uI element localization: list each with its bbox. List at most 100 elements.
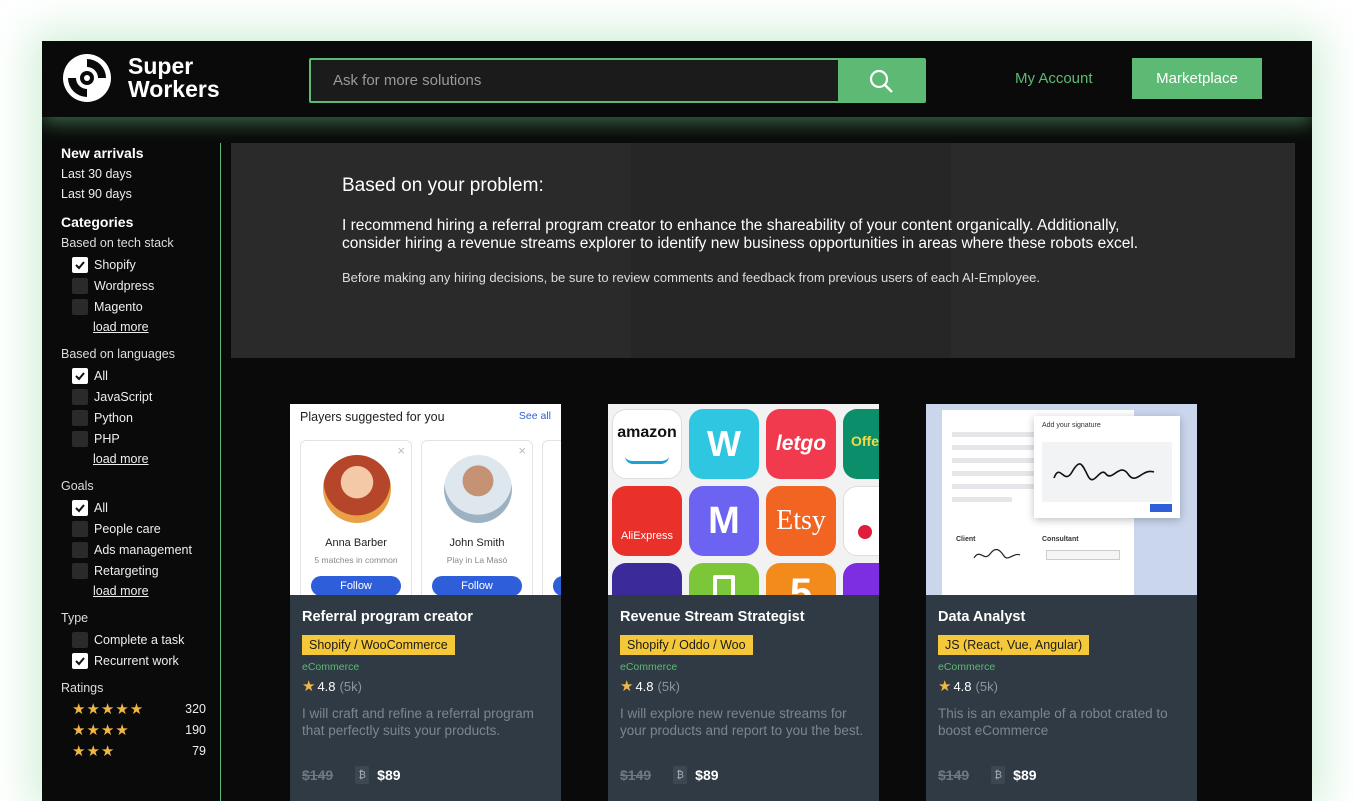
checkbox-python[interactable]: Python	[72, 407, 220, 428]
card-preview-apps: amazon W letgo Offe AliExpress M Etsy 5	[608, 404, 879, 595]
recommendation-note: Before making any hiring decisions, be s…	[342, 270, 1041, 285]
search-icon	[869, 69, 893, 93]
checkbox-recurrent-work[interactable]: Recurrent work	[72, 650, 220, 671]
checkbox-label: JavaScript	[94, 389, 153, 404]
load-more-goals[interactable]: load more	[93, 581, 220, 601]
categories-heading: Categories	[61, 214, 134, 230]
filter-sidebar: New arrivals Last 30 days Last 90 days C…	[42, 143, 221, 801]
worker-card-data-analyst[interactable]: Client Consultant Add your signature Dat…	[926, 404, 1197, 801]
checkbox-php[interactable]: PHP	[72, 428, 220, 449]
rating-count: 190	[185, 722, 206, 737]
checkbox-empty-icon	[72, 541, 88, 558]
rating-value: 4.8	[953, 678, 972, 694]
checkbox-empty-icon	[72, 277, 88, 294]
checkbox-label: Python	[94, 410, 133, 425]
app-window: Super Workers My Account Marketplace New…	[42, 41, 1312, 801]
current-price: $89	[377, 767, 401, 783]
filter-last-90-days[interactable]: Last 90 days	[61, 187, 220, 201]
brand-logo[interactable]: Super Workers	[62, 53, 220, 103]
load-more-languages[interactable]: load more	[93, 449, 220, 469]
app-icon	[689, 563, 759, 595]
checkbox-complete-task[interactable]: Complete a task	[72, 629, 220, 650]
close-icon: ×	[397, 443, 405, 458]
card-title: Revenue Stream Strategist	[620, 609, 805, 625]
card-price: $149 ₿ $89	[938, 766, 1185, 784]
see-all-link: See all	[518, 410, 551, 422]
card-price: $149 ₿ $89	[302, 766, 549, 784]
checkbox-checked-icon	[72, 652, 88, 669]
client-label: Client	[956, 536, 976, 543]
app-icon	[612, 563, 682, 595]
card-description: I will explore new revenue streams for y…	[620, 706, 864, 738]
category-label: eCommerce	[620, 661, 678, 673]
ratings-heading: Ratings	[61, 681, 104, 695]
checkbox-label: PHP	[94, 431, 120, 446]
old-price: $149	[938, 767, 970, 783]
rating-value: 4.8	[317, 678, 336, 694]
checkbox-empty-icon	[72, 430, 88, 447]
checkbox-magento[interactable]: Magento	[72, 296, 220, 317]
checkbox-empty-icon	[72, 562, 88, 579]
card-rating: ★ 4.8 (5k)	[620, 677, 867, 695]
dialog-title: Add your signature	[1042, 422, 1101, 429]
load-more-tech-stack[interactable]: load more	[93, 317, 220, 337]
rating-count: 320	[185, 701, 206, 716]
marketplace-button[interactable]: Marketplace	[1132, 58, 1262, 99]
goals-heading: Goals	[61, 479, 94, 493]
follow-button: Follow	[432, 576, 522, 595]
review-count: (5k)	[657, 678, 680, 694]
rating-filter-3[interactable]: ★★★ 79	[72, 740, 220, 761]
card-preview-players: Players suggested for you See all × Anna…	[290, 404, 561, 595]
my-account-link[interactable]: My Account	[1015, 70, 1093, 87]
checkbox-empty-icon	[72, 520, 88, 537]
rating-filter-4[interactable]: ★★★★ 190	[72, 719, 220, 740]
card-preview-document: Client Consultant Add your signature	[926, 404, 1197, 595]
checkbox-all-languages[interactable]: All	[72, 365, 220, 386]
checkbox-empty-icon	[72, 388, 88, 405]
checkbox-retargeting[interactable]: Retargeting	[72, 560, 220, 581]
filter-last-30-days[interactable]: Last 30 days	[61, 167, 220, 181]
price-tag-icon: ₿	[673, 766, 688, 784]
current-price: $89	[695, 767, 719, 783]
etsy-app-icon: Etsy	[766, 486, 836, 556]
checkbox-wordpress[interactable]: Wordpress	[72, 275, 220, 296]
price-tag-icon: ₿	[355, 766, 370, 784]
checkbox-label: All	[94, 500, 108, 515]
old-price: $149	[620, 767, 652, 783]
checkbox-all-goals[interactable]: All	[72, 497, 220, 518]
header: Super Workers My Account Marketplace	[42, 41, 1312, 117]
card-title: Data Analyst	[938, 609, 1026, 625]
card-title: Referral program creator	[302, 609, 473, 625]
checkbox-label: Wordpress	[94, 278, 155, 293]
worker-card-referral[interactable]: Players suggested for you See all × Anna…	[290, 404, 561, 801]
rating-filter-5[interactable]: ★★★★★ 320	[72, 698, 220, 719]
checkbox-label: Retargeting	[94, 563, 159, 578]
tech-tag: Shopify / WooCommerce	[302, 635, 455, 655]
checkbox-checked-icon	[72, 256, 88, 273]
worker-card-revenue[interactable]: amazon W letgo Offe AliExpress M Etsy 5 …	[608, 404, 879, 801]
player-name: Anna Barber	[325, 537, 387, 549]
app-icon: 5	[766, 563, 836, 595]
search-input[interactable]	[311, 60, 838, 101]
player-sub: Play in La Masó	[446, 555, 508, 565]
checkbox-shopify[interactable]: Shopify	[72, 254, 220, 275]
checkbox-people-care[interactable]: People care	[72, 518, 220, 539]
checkbox-ads-management[interactable]: Ads management	[72, 539, 220, 560]
card-description: This is an example of a robot crated to …	[938, 706, 1168, 738]
card-rating: ★ 4.8 (5k)	[302, 677, 549, 695]
player-card: × John Smith Play in La Masó Follow	[421, 440, 533, 595]
letgo-app-icon: letgo	[766, 409, 836, 479]
checkbox-label: All	[94, 368, 108, 383]
follow-button: Follow	[311, 576, 401, 595]
checkbox-javascript[interactable]: JavaScript	[72, 386, 220, 407]
star-icon: ★	[938, 678, 952, 695]
app-icon	[843, 563, 879, 595]
player-card-partial	[542, 440, 561, 595]
checkbox-empty-icon	[72, 298, 88, 315]
tech-stack-heading: Based on tech stack	[61, 236, 174, 250]
close-icon: ×	[518, 443, 526, 458]
old-price: $149	[302, 767, 334, 783]
avatar	[323, 455, 391, 523]
search-button[interactable]	[838, 60, 924, 101]
brand-swirl-icon	[63, 54, 111, 102]
